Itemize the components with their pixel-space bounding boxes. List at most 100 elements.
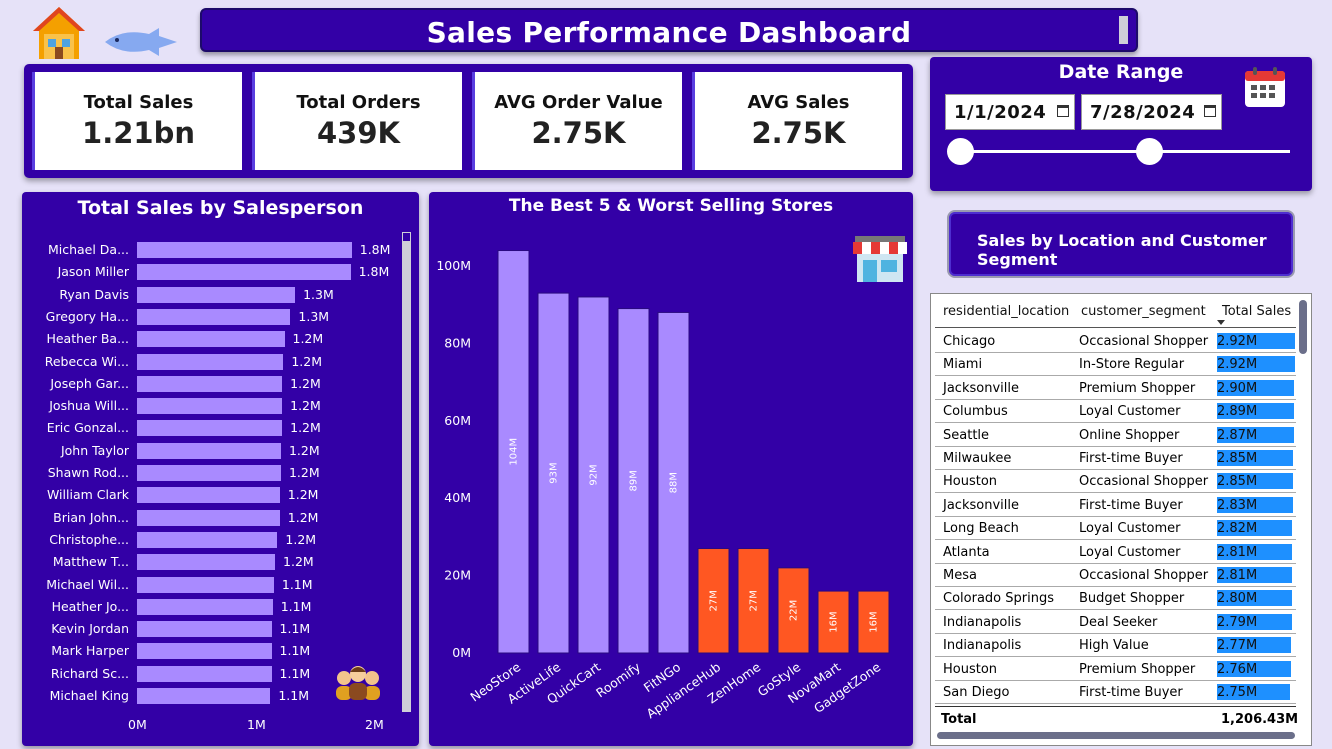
- bar[interactable]: [137, 331, 285, 348]
- category-label: Eric Gonzal...: [46, 420, 129, 436]
- bar-row: Michael Da... 1.8M: [22, 239, 419, 261]
- y-tick-label: 100M: [436, 258, 471, 273]
- table-row[interactable]: Colorado Springs Budget Shopper 2.80M: [935, 587, 1296, 611]
- start-date-input[interactable]: 1/1/2024: [945, 94, 1075, 130]
- bar[interactable]: [137, 353, 284, 370]
- data-label: 27M: [749, 590, 760, 611]
- sales-cell: 2.77M: [1217, 638, 1258, 654]
- data-label: 88M: [669, 472, 680, 493]
- segment-cell: Loyal Customer: [1079, 521, 1181, 537]
- sales-by-location-button[interactable]: Sales by Location and Customer Segment: [947, 210, 1295, 278]
- date-slider-track[interactable]: [960, 150, 1290, 153]
- segment-cell: In-Store Regular: [1079, 357, 1185, 373]
- end-date-input[interactable]: 7/28/2024: [1081, 94, 1222, 130]
- table-row[interactable]: Houston Premium Shopper 2.76M: [935, 658, 1296, 681]
- column-header-segment[interactable]: customer_segment: [1081, 304, 1206, 319]
- segment-cell: Occasional Shopper: [1079, 568, 1209, 583]
- data-label: 1.2M: [290, 398, 321, 414]
- table-row[interactable]: Miami In-Store Regular 2.92M: [935, 353, 1296, 377]
- segment-cell: Budget Shopper: [1079, 591, 1185, 607]
- data-label: 1.1M: [281, 576, 313, 592]
- bar-row: Ryan Davis 1.3M: [22, 284, 419, 306]
- data-label: 22M: [789, 600, 800, 621]
- bar[interactable]: [137, 308, 291, 325]
- table-row[interactable]: Columbus Loyal Customer 2.89M: [935, 400, 1296, 424]
- date-slider-end-handle[interactable]: [1136, 138, 1163, 165]
- table-row[interactable]: Jacksonville Premium Shopper 2.90M: [935, 377, 1296, 400]
- location-cell: Houston: [943, 661, 998, 677]
- bar[interactable]: [137, 554, 276, 571]
- segment-cell: Online Shopper: [1079, 427, 1180, 443]
- table-horizontal-scrollbar[interactable]: [937, 732, 1295, 739]
- bar[interactable]: [137, 665, 272, 682]
- table-row[interactable]: Atlanta Loyal Customer 2.81M: [935, 541, 1296, 564]
- kpi-label: AVG Order Value: [494, 92, 663, 113]
- category-label: Christophe...: [49, 531, 129, 547]
- scrollbar-thumb[interactable]: [402, 232, 411, 242]
- table-row[interactable]: Houston Occasional Shopper 2.85M: [935, 470, 1296, 494]
- bar[interactable]: [137, 643, 272, 660]
- bar[interactable]: [137, 442, 281, 459]
- bar[interactable]: [137, 264, 351, 281]
- column-header-total-sales[interactable]: Total Sales: [1222, 304, 1291, 319]
- calendar-picker-icon[interactable]: [1057, 105, 1069, 117]
- back-arrow-icon[interactable]: [103, 24, 179, 64]
- table-row[interactable]: Milwaukee First-time Buyer 2.85M: [935, 447, 1296, 470]
- sort-desc-icon[interactable]: [1217, 320, 1225, 325]
- table-row[interactable]: Long Beach Loyal Customer 2.82M: [935, 517, 1296, 541]
- data-label: 1.2M: [287, 509, 319, 525]
- sales-cell: 2.87M: [1217, 427, 1258, 443]
- bar[interactable]: [137, 688, 271, 704]
- data-label: 16M: [869, 611, 880, 632]
- sales-cell: 2.82M: [1217, 521, 1258, 537]
- bar[interactable]: [137, 487, 280, 504]
- bar[interactable]: [137, 576, 274, 593]
- bar[interactable]: [137, 242, 352, 258]
- x-tick-label: Roomify: [593, 659, 644, 701]
- sales-cell: 2.83M: [1217, 497, 1258, 513]
- segment-cell: Premium Shopper: [1079, 661, 1196, 677]
- table-row[interactable]: Seattle Online Shopper 2.87M: [935, 424, 1296, 447]
- data-label: 92M: [589, 464, 600, 485]
- bar[interactable]: [137, 375, 283, 392]
- home-icon[interactable]: [30, 4, 88, 62]
- sales-cell: 2.90M: [1217, 380, 1258, 396]
- bar[interactable]: [137, 509, 280, 526]
- table-row[interactable]: Mesa Occasional Shopper 2.81M: [935, 564, 1296, 587]
- bar[interactable]: [137, 286, 296, 303]
- bar[interactable]: [137, 398, 283, 415]
- date-slider-start-handle[interactable]: [947, 138, 974, 165]
- scrollbar[interactable]: [1119, 16, 1128, 44]
- team-icon: [334, 662, 382, 706]
- kpi-label: Total Orders: [296, 92, 421, 113]
- chart-scrollbar[interactable]: [402, 232, 411, 712]
- kpi-card-avg-order-value: AVG Order Value 2.75K: [472, 72, 682, 170]
- total-label: Total: [941, 712, 977, 727]
- segment-cell: Premium Shopper: [1079, 380, 1196, 396]
- bar[interactable]: [137, 598, 273, 615]
- stores-chart-plot: 0M20M40M60M80M100M104MNeoStore93MActiveL…: [436, 250, 890, 721]
- bar[interactable]: [137, 420, 283, 437]
- location-cell: Indianapolis: [943, 614, 1022, 630]
- kpi-card-total-sales: Total Sales 1.21bn: [32, 72, 242, 170]
- table-row[interactable]: Chicago Occasional Shopper 2.92M: [935, 330, 1296, 353]
- category-label: Joseph Gar...: [50, 375, 129, 391]
- category-label: Michael King: [49, 688, 129, 703]
- total-value: 1,206.43M: [1221, 712, 1299, 727]
- table-vertical-scrollbar[interactable]: [1299, 300, 1307, 354]
- bar[interactable]: [137, 465, 281, 481]
- category-label: Ryan Davis: [59, 286, 129, 302]
- segment-cell: Loyal Customer: [1079, 544, 1181, 560]
- table-row[interactable]: Indianapolis High Value 2.77M: [935, 634, 1296, 658]
- calendar-picker-icon[interactable]: [1204, 105, 1216, 117]
- table-row[interactable]: Indianapolis Deal Seeker 2.79M: [935, 611, 1296, 634]
- table-row[interactable]: Jacksonville First-time Buyer 2.83M: [935, 494, 1296, 517]
- bar-row: Brian John... 1.2M: [22, 507, 419, 529]
- kpi-label: Total Sales: [83, 92, 194, 113]
- column-header-location[interactable]: residential_location: [943, 304, 1069, 319]
- table-row[interactable]: San Diego First-time Buyer 2.75M: [935, 681, 1296, 704]
- bar[interactable]: [137, 531, 278, 548]
- bar[interactable]: [137, 621, 272, 638]
- data-label: 1.1M: [279, 665, 311, 681]
- data-label: 1.2M: [287, 487, 319, 503]
